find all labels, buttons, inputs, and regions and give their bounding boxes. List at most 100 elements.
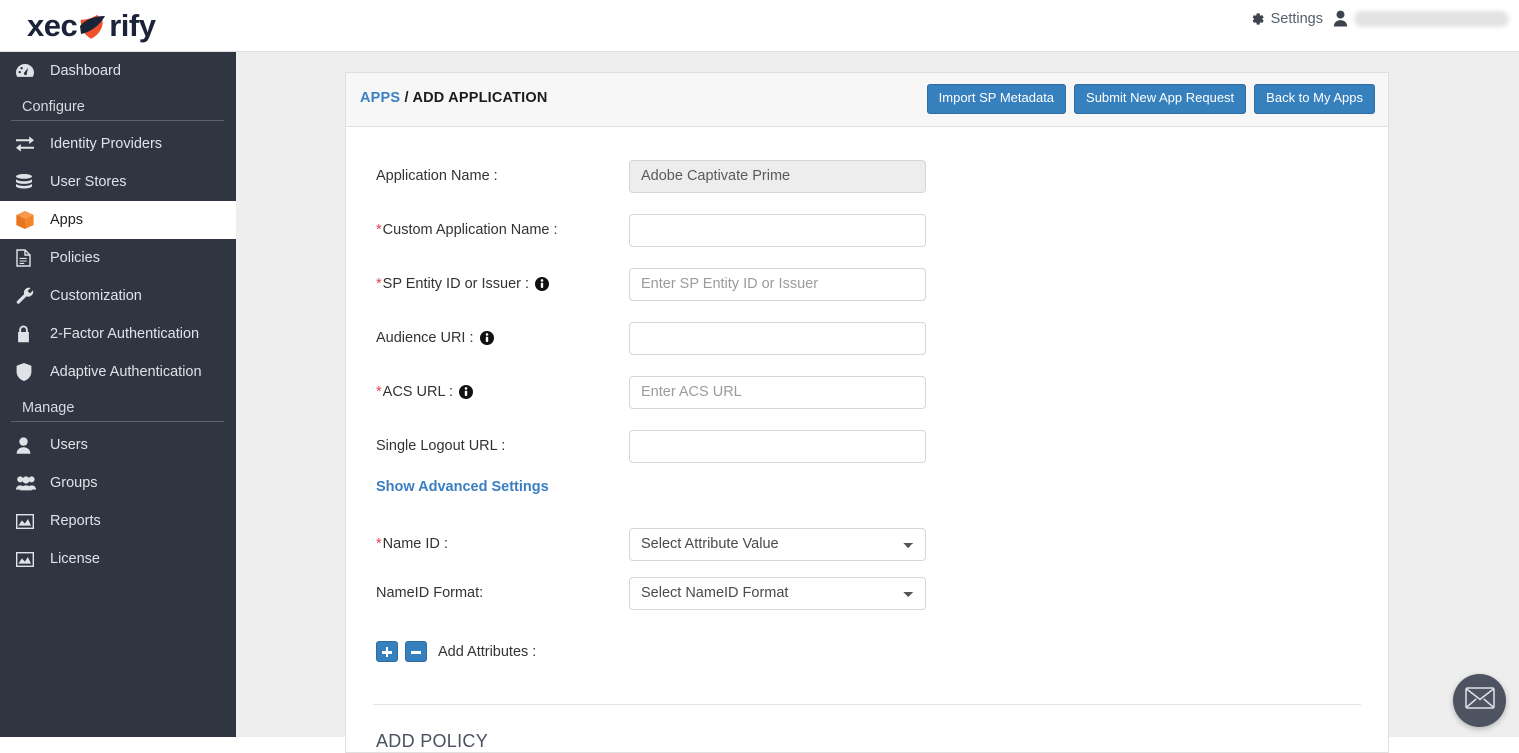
- add-application-form: Application Name : * Custom Application …: [346, 127, 1388, 752]
- brand-logo[interactable]: xec rify: [27, 7, 155, 45]
- sidebar-item-label: Apps: [50, 212, 83, 228]
- sp-entity-id-label: * SP Entity ID or Issuer :: [376, 276, 629, 292]
- exchange-icon: [16, 136, 42, 152]
- form-row-single-logout-url: Single Logout URL :: [346, 419, 1388, 473]
- shield-icon: [16, 363, 42, 381]
- sidebar-item-groups[interactable]: Groups: [0, 464, 236, 502]
- import-sp-metadata-button[interactable]: Import SP Metadata: [927, 84, 1066, 114]
- sidebar-item-label: Users: [50, 437, 88, 453]
- add-attributes-row: Add Attributes :: [346, 615, 1388, 662]
- label-text: Audience URI :: [376, 330, 474, 346]
- sidebar-item-apps[interactable]: Apps: [0, 201, 236, 239]
- breadcrumb: APPS / ADD APPLICATION: [360, 90, 548, 106]
- sidebar-section-divider: [11, 120, 224, 121]
- breadcrumb-separator: /: [400, 90, 412, 106]
- single-logout-url-input[interactable]: [629, 430, 926, 463]
- sidebar-item-label: Groups: [50, 475, 98, 491]
- gear-icon: [1249, 11, 1265, 27]
- nameid-format-label: NameID Format:: [376, 585, 629, 601]
- lock-icon: [16, 325, 42, 343]
- add-attributes-label: Add Attributes :: [438, 644, 536, 660]
- required-asterisk: *: [376, 222, 382, 238]
- single-logout-url-label: Single Logout URL :: [376, 438, 629, 454]
- chart-icon: [16, 552, 42, 567]
- sidebar-item-customization[interactable]: Customization: [0, 277, 236, 315]
- acs-url-label: * ACS URL :: [376, 384, 629, 400]
- sidebar-item-user-stores[interactable]: User Stores: [0, 163, 236, 201]
- form-row-custom-application-name: * Custom Application Name :: [346, 203, 1388, 257]
- label-text: Application Name :: [376, 168, 498, 184]
- sidebar-item-adaptive-authentication[interactable]: Adaptive Authentication: [0, 353, 236, 391]
- sidebar-item-label: Reports: [50, 513, 101, 529]
- required-asterisk: *: [376, 384, 382, 400]
- card-header: APPS / ADD APPLICATION Import SP Metadat…: [346, 73, 1388, 127]
- sidebar-item-reports[interactable]: Reports: [0, 502, 236, 540]
- add-attribute-button[interactable]: [376, 641, 398, 662]
- sidebar-item-users[interactable]: Users: [0, 426, 236, 464]
- sidebar-item-label: Customization: [50, 288, 142, 304]
- username-redacted: [1354, 11, 1509, 27]
- user-menu[interactable]: [1333, 10, 1509, 27]
- person-icon: [1333, 10, 1348, 27]
- envelope-icon: [1465, 687, 1495, 714]
- top-bar-right-group: Settings: [1249, 10, 1509, 27]
- form-row-application-name: Application Name :: [346, 149, 1388, 203]
- main-content: APPS / ADD APPLICATION Import SP Metadat…: [236, 52, 1519, 737]
- chart-icon: [16, 514, 42, 529]
- sidebar-item-label: License: [50, 551, 100, 567]
- form-row-name-id: * Name ID : Select Attribute Value: [346, 517, 1388, 571]
- info-icon[interactable]: [480, 331, 494, 345]
- show-advanced-settings-link[interactable]: Show Advanced Settings: [346, 473, 1388, 495]
- sidebar-item-license[interactable]: License: [0, 540, 236, 578]
- info-icon[interactable]: [459, 385, 473, 399]
- brand-name-part1: xec: [27, 8, 77, 44]
- sidebar: Dashboard Configure Identity Providers U…: [0, 52, 236, 737]
- wrench-icon: [16, 287, 42, 305]
- sidebar-section-configure: Configure: [0, 90, 236, 121]
- sidebar-item-label: 2-Factor Authentication: [50, 326, 199, 342]
- acs-url-input[interactable]: [629, 376, 926, 409]
- label-text: ACS URL :: [383, 384, 453, 400]
- breadcrumb-apps-link[interactable]: APPS: [360, 90, 400, 106]
- audience-uri-input[interactable]: [629, 322, 926, 355]
- sidebar-item-label: Policies: [50, 250, 100, 266]
- sidebar-item-policies[interactable]: Policies: [0, 239, 236, 277]
- sidebar-item-label: Identity Providers: [50, 136, 162, 152]
- sp-entity-id-input[interactable]: [629, 268, 926, 301]
- document-icon: [16, 249, 42, 267]
- sidebar-item-label: Dashboard: [50, 63, 121, 79]
- label-text: Custom Application Name :: [383, 222, 558, 238]
- label-text: SP Entity ID or Issuer :: [383, 276, 529, 292]
- sidebar-section-manage: Manage: [0, 391, 236, 422]
- label-text: Single Logout URL :: [376, 438, 505, 454]
- form-row-nameid-format: NameID Format: Select NameID Format: [346, 571, 1388, 615]
- label-text: NameID Format:: [376, 585, 483, 601]
- users-group-icon: [16, 475, 42, 491]
- form-row-sp-entity-id: * SP Entity ID or Issuer :: [346, 257, 1388, 311]
- sidebar-section-divider: [11, 421, 224, 422]
- back-to-my-apps-button[interactable]: Back to My Apps: [1254, 84, 1375, 114]
- sidebar-section-label: Manage: [0, 391, 236, 421]
- name-id-label: * Name ID :: [376, 536, 629, 552]
- sidebar-item-dashboard[interactable]: Dashboard: [0, 52, 236, 90]
- custom-application-name-label: * Custom Application Name :: [376, 222, 629, 238]
- settings-link[interactable]: Settings: [1249, 11, 1323, 27]
- brand-name-part2: rify: [109, 8, 155, 44]
- sidebar-item-identity-providers[interactable]: Identity Providers: [0, 125, 236, 163]
- form-row-audience-uri: Audience URI :: [346, 311, 1388, 365]
- form-row-acs-url: * ACS URL :: [346, 365, 1388, 419]
- custom-application-name-input[interactable]: [629, 214, 926, 247]
- sidebar-item-label: User Stores: [50, 174, 127, 190]
- sidebar-item-2fa[interactable]: 2-Factor Authentication: [0, 315, 236, 353]
- info-icon[interactable]: [535, 277, 549, 291]
- dashboard-icon: [16, 63, 42, 79]
- submit-new-app-request-button[interactable]: Submit New App Request: [1074, 84, 1246, 114]
- name-id-select[interactable]: Select Attribute Value: [629, 528, 926, 561]
- remove-attribute-button[interactable]: [405, 641, 427, 662]
- application-name-input: [629, 160, 926, 193]
- contact-support-fab[interactable]: [1453, 674, 1506, 727]
- audience-uri-label: Audience URI :: [376, 330, 629, 346]
- settings-label: Settings: [1271, 11, 1323, 27]
- nameid-format-select[interactable]: Select NameID Format: [629, 577, 926, 610]
- card-header-buttons: Import SP Metadata Submit New App Reques…: [927, 84, 1375, 114]
